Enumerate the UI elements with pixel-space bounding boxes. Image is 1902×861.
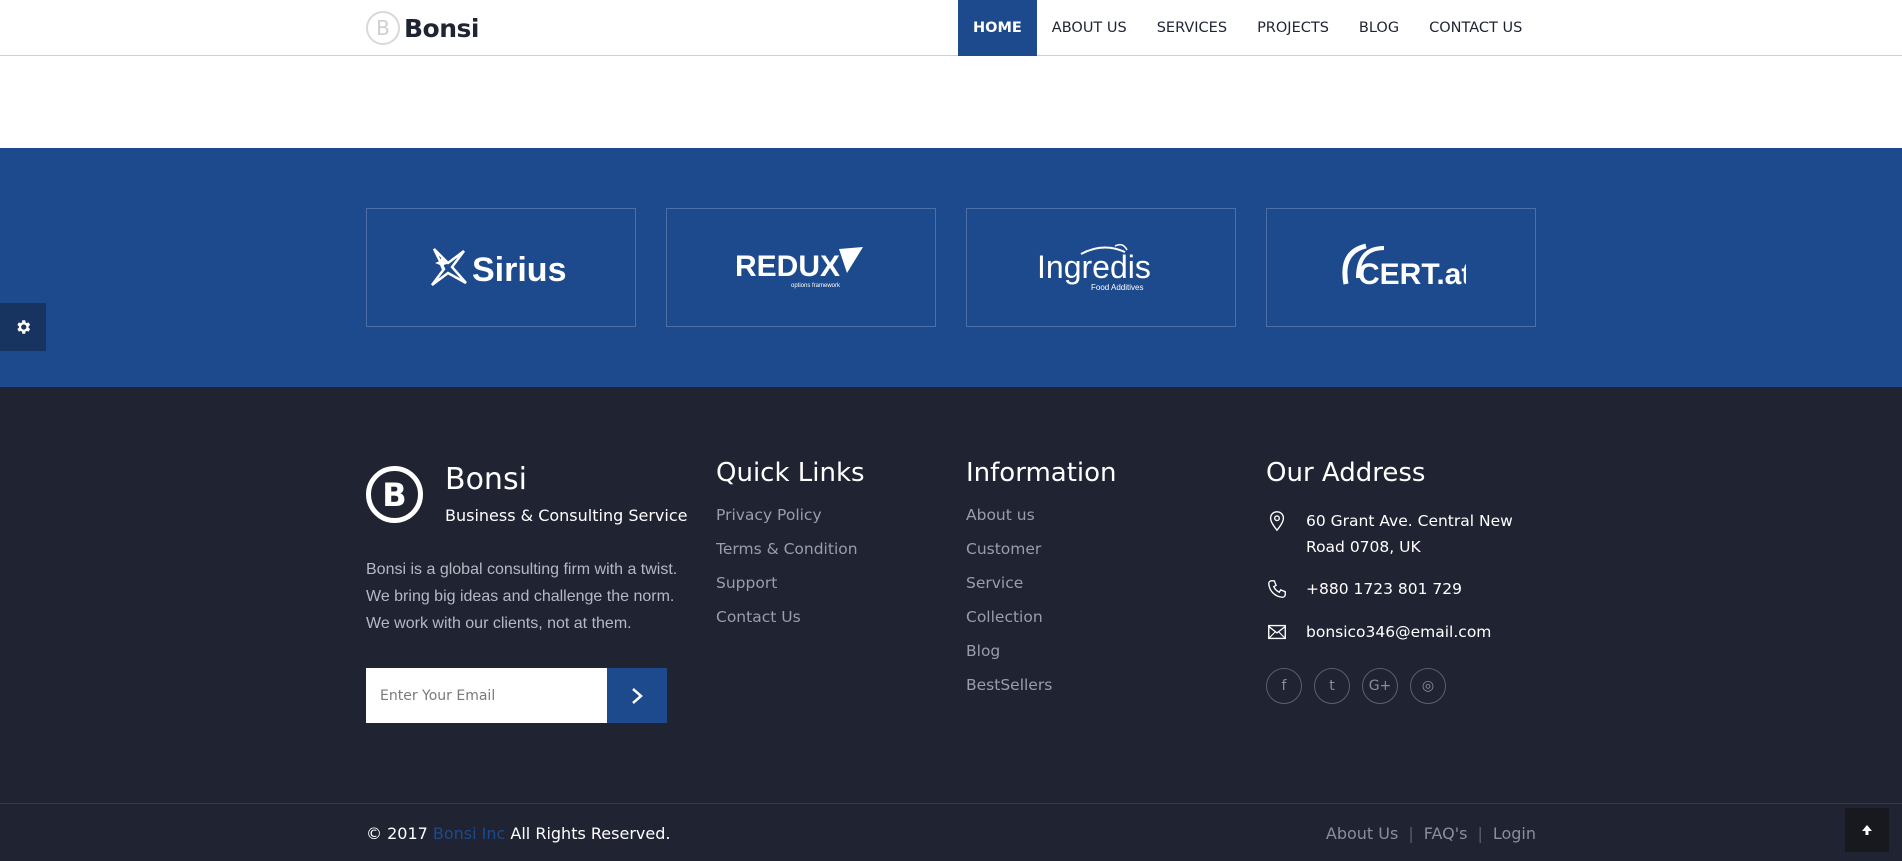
newsletter-form bbox=[366, 668, 667, 723]
quick-link-contact-us[interactable]: Contact Us bbox=[716, 608, 858, 642]
nav-contact-us[interactable]: CONTACT US bbox=[1414, 0, 1537, 56]
copyright: © 2017 Bonsi Inc All Rights Reserved. bbox=[366, 824, 670, 843]
cert-at-logo: CERT.at bbox=[1342, 243, 1466, 291]
quick-links-title: Quick Links bbox=[716, 458, 865, 488]
phone-text[interactable]: +880 1723 801 729 bbox=[1306, 576, 1462, 602]
logo-mark-icon: B bbox=[366, 11, 400, 45]
info-link-blog[interactable]: Blog bbox=[966, 642, 1052, 676]
copyright-brand-link[interactable]: Bonsi Inc bbox=[433, 824, 505, 843]
info-link-collection[interactable]: Collection bbox=[966, 608, 1052, 642]
map-pin-icon bbox=[1269, 511, 1285, 532]
address-row: 60 Grant Ave. Central New Road 0708, UK bbox=[1266, 508, 1513, 556]
twitter-icon[interactable]: t bbox=[1314, 668, 1350, 704]
email-row: bonsico346@email.com bbox=[1266, 619, 1491, 643]
bottom-link-faqs[interactable]: FAQ's bbox=[1424, 824, 1468, 843]
info-link-bestsellers[interactable]: BestSellers bbox=[966, 676, 1052, 710]
nav-projects[interactable]: PROJECTS bbox=[1242, 0, 1344, 56]
google-plus-icon[interactable]: G+ bbox=[1362, 668, 1398, 704]
copyright-suffix: All Rights Reserved. bbox=[505, 824, 671, 843]
partner-cert-at[interactable]: CERT.at bbox=[1266, 208, 1536, 327]
partner-name: Sirius bbox=[472, 251, 566, 289]
address-title: Our Address bbox=[1266, 458, 1426, 488]
email-text[interactable]: bonsico346@email.com bbox=[1306, 619, 1491, 645]
settings-toggle-button[interactable] bbox=[0, 303, 46, 351]
nav-about-us[interactable]: ABOUT US bbox=[1037, 0, 1142, 56]
info-link-about-us[interactable]: About us bbox=[966, 506, 1052, 540]
main-nav: HOME ABOUT US SERVICES PROJECTS BLOG CON… bbox=[958, 0, 1537, 56]
footer-bottom-bar bbox=[0, 803, 1902, 861]
dribbble-icon[interactable]: ◎ bbox=[1410, 668, 1446, 704]
logo-text: Bonsi bbox=[404, 13, 479, 43]
svg-text:Ingredis: Ingredis bbox=[1037, 249, 1151, 285]
info-link-customer[interactable]: Customer bbox=[966, 540, 1052, 574]
envelope-icon bbox=[1268, 624, 1286, 640]
nav-blog[interactable]: BLOG bbox=[1344, 0, 1414, 56]
svg-text:REDUX: REDUX bbox=[735, 250, 840, 283]
svg-text:options framework: options framework bbox=[791, 283, 841, 289]
subscribe-button[interactable] bbox=[607, 668, 667, 723]
quick-links-list: Privacy Policy Terms & Condition Support… bbox=[716, 506, 858, 642]
phone-row: +880 1723 801 729 bbox=[1266, 576, 1462, 600]
phone-icon bbox=[1268, 580, 1286, 598]
information-list: About us Customer Service Collection Blo… bbox=[966, 506, 1052, 710]
info-link-service[interactable]: Service bbox=[966, 574, 1052, 608]
information-title: Information bbox=[966, 458, 1117, 488]
footer-brand-name: Bonsi bbox=[445, 462, 527, 497]
site-footer bbox=[0, 387, 1902, 861]
partner-ingredis[interactable]: Ingredis Food Additives bbox=[966, 208, 1236, 327]
address-line-1: 60 Grant Ave. Central New bbox=[1306, 512, 1513, 530]
social-links: f t G+ ◎ bbox=[1266, 668, 1446, 704]
gear-icon bbox=[17, 320, 31, 334]
partner-redux[interactable]: REDUX options framework bbox=[666, 208, 936, 327]
nav-home[interactable]: HOME bbox=[958, 0, 1037, 56]
quick-link-terms[interactable]: Terms & Condition bbox=[716, 540, 858, 574]
email-input[interactable] bbox=[366, 668, 607, 723]
partner-sirius[interactable]: Sirius bbox=[366, 208, 636, 327]
partners-section: Sirius REDUX options framework Ingredis … bbox=[0, 148, 1902, 387]
facebook-icon[interactable]: f bbox=[1266, 668, 1302, 704]
chevron-right-icon bbox=[632, 687, 643, 704]
bottom-links: About Us | FAQ's | Login bbox=[1326, 824, 1536, 843]
sirius-star-logo: Sirius bbox=[431, 247, 566, 289]
arrow-up-icon bbox=[1862, 825, 1872, 835]
redux-logo: REDUX options framework bbox=[735, 246, 863, 289]
footer-description: Bonsi is a global consulting firm with a… bbox=[366, 561, 678, 632]
svg-text:Food Additives: Food Additives bbox=[1091, 283, 1143, 292]
bottom-link-login[interactable]: Login bbox=[1493, 824, 1536, 843]
back-to-top-button[interactable] bbox=[1845, 808, 1889, 852]
svg-text:CERT.at: CERT.at bbox=[1358, 258, 1466, 291]
separator: | bbox=[1477, 824, 1483, 843]
ingredis-logo: Ingredis Food Additives bbox=[1037, 243, 1151, 292]
address-text: 60 Grant Ave. Central New Road 0708, UK bbox=[1306, 508, 1513, 560]
nav-services[interactable]: SERVICES bbox=[1142, 0, 1242, 56]
site-logo[interactable]: B Bonsi bbox=[366, 10, 479, 46]
footer-logo-icon: B bbox=[366, 466, 423, 523]
bottom-link-about-us[interactable]: About Us bbox=[1326, 824, 1398, 843]
separator: | bbox=[1408, 824, 1414, 843]
footer-brand-tagline: Business & Consulting Service bbox=[445, 506, 688, 525]
site-header: B Bonsi HOME ABOUT US SERVICES PROJECTS … bbox=[0, 0, 1902, 56]
address-line-2: Road 0708, UK bbox=[1306, 538, 1421, 556]
quick-link-support[interactable]: Support bbox=[716, 574, 858, 608]
quick-link-privacy-policy[interactable]: Privacy Policy bbox=[716, 506, 858, 540]
copyright-prefix: © 2017 bbox=[366, 824, 433, 843]
